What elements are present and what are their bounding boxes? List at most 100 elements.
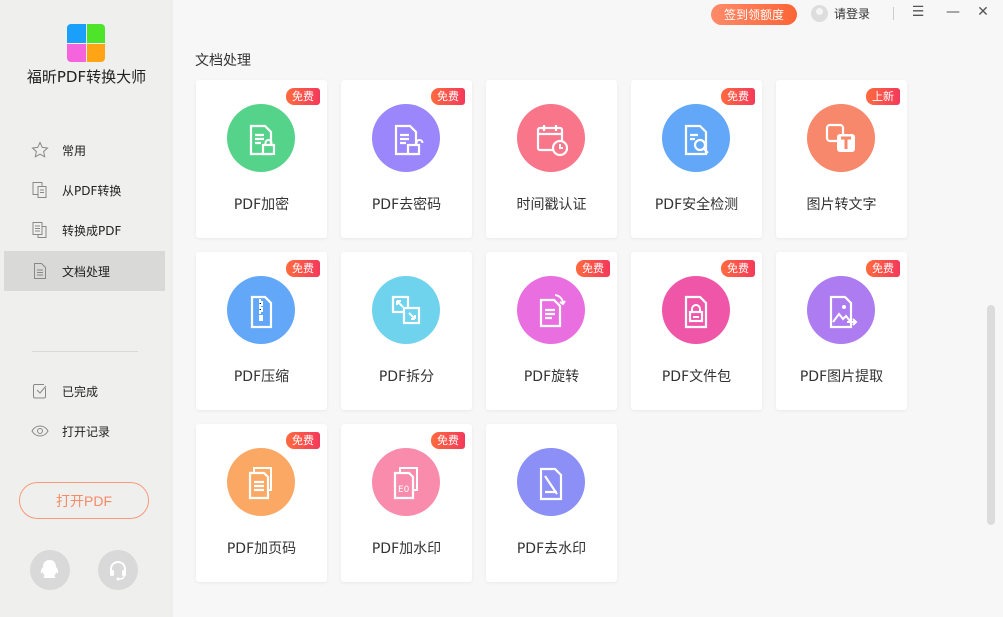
tool-badge: 免费 xyxy=(576,260,610,277)
tool-card[interactable]: PDF压缩 免费 xyxy=(196,252,327,410)
tool-card[interactable]: PDF加页码 免费 xyxy=(196,424,327,582)
tool-label: PDF安全检测 xyxy=(654,197,739,213)
unlock-doc-icon xyxy=(394,124,424,156)
tool-card[interactable]: PDF拆分 xyxy=(341,252,472,410)
tool-badge: 免费 xyxy=(866,260,900,277)
sidebar-item-label: 常用 xyxy=(62,143,87,158)
to-pdf-icon xyxy=(32,222,47,238)
tool-icon-circle xyxy=(227,448,295,516)
star-icon xyxy=(31,141,49,158)
rotate-icon xyxy=(539,294,566,328)
sidebar-item-from-pdf[interactable]: 从PDF转换 xyxy=(4,170,165,210)
eye-icon xyxy=(31,425,49,437)
tool-card[interactable]: PDF旋转 免费 xyxy=(486,252,617,410)
tool-label: PDF压缩 xyxy=(233,369,290,385)
tool-icon-circle xyxy=(807,276,875,344)
sidebar: 福昕PDF转换大师 常用 从PDF转换 转换成PDF 文档处理 已完成 打开记录… xyxy=(0,0,173,617)
tool-badge: 免费 xyxy=(286,432,320,449)
tool-label: PDF图片提取 xyxy=(799,369,884,385)
zip-icon xyxy=(250,295,273,329)
open-pdf-button[interactable]: 打开PDF xyxy=(19,482,149,519)
sidebar-item-completed[interactable]: 已完成 xyxy=(4,371,165,411)
avatar-icon xyxy=(811,5,828,22)
split-icon xyxy=(391,295,421,325)
app-name: 福昕PDF转换大师 xyxy=(26,68,147,86)
qq-icon xyxy=(40,560,59,578)
remove-watermark-icon xyxy=(539,467,563,501)
calendar-clock-icon xyxy=(536,125,569,157)
tool-icon-circle xyxy=(517,276,585,344)
topbar-separator xyxy=(893,7,894,20)
sidebar-item-label: 打开记录 xyxy=(62,424,111,439)
sidebar-item-open-history[interactable]: 打开记录 xyxy=(4,411,165,451)
tool-icon-circle: E0 xyxy=(372,448,440,516)
tool-label: PDF文件包 xyxy=(661,369,732,385)
sign-in-reward-button[interactable]: 签到领额度 xyxy=(711,4,797,25)
tool-card[interactable]: PDF去密码 免费 xyxy=(341,80,472,238)
close-icon[interactable]: ✕ xyxy=(974,4,992,20)
sidebar-item-label: 转换成PDF xyxy=(62,223,122,238)
tool-icon-circle xyxy=(227,276,295,344)
tool-card[interactable]: PDF去水印 xyxy=(486,424,617,582)
tool-card[interactable]: PDF加密 免费 xyxy=(196,80,327,238)
scrollbar-thumb[interactable] xyxy=(987,305,995,525)
tool-label: PDF去水印 xyxy=(516,541,587,557)
tool-card[interactable]: PDF安全检测 免费 xyxy=(631,80,762,238)
minimize-icon[interactable]: — xyxy=(944,4,962,20)
tool-label: PDF加密 xyxy=(233,197,290,213)
tool-badge: 免费 xyxy=(286,88,320,105)
tool-card[interactable]: 图片转文字 上新 xyxy=(776,80,907,238)
tool-badge: 免费 xyxy=(721,260,755,277)
tool-card[interactable]: E0 PDF加水印 免费 xyxy=(341,424,472,582)
watermark-icon: E0 xyxy=(393,467,418,500)
tool-icon-circle xyxy=(372,104,440,172)
tool-label: PDF加水印 xyxy=(371,541,442,557)
login-label: 请登录 xyxy=(834,7,871,21)
tool-badge: 免费 xyxy=(286,260,320,277)
headset-icon xyxy=(110,561,126,581)
tool-icon-circle xyxy=(662,276,730,344)
tool-label: 时间戳认证 xyxy=(516,197,587,213)
tool-card[interactable]: PDF文件包 免费 xyxy=(631,252,762,410)
section-title: 文档处理 xyxy=(195,53,251,69)
tool-badge: 免费 xyxy=(721,88,755,105)
tool-icon-circle xyxy=(517,104,585,172)
sidebar-item-to-pdf[interactable]: 转换成PDF xyxy=(4,210,165,250)
sidebar-item-document-processing[interactable]: 文档处理 xyxy=(4,251,165,291)
tool-badge: 上新 xyxy=(866,88,900,105)
document-icon xyxy=(34,263,46,279)
image-text-icon xyxy=(825,123,855,152)
tool-icon-circle xyxy=(517,448,585,516)
from-pdf-icon xyxy=(32,182,47,198)
tool-badge: 免费 xyxy=(431,88,465,105)
qq-button[interactable] xyxy=(30,550,70,590)
image-extract-icon xyxy=(829,295,858,329)
tool-card[interactable]: PDF图片提取 免费 xyxy=(776,252,907,410)
package-icon xyxy=(684,295,708,329)
tool-label: PDF加页码 xyxy=(226,541,297,557)
tool-label: PDF拆分 xyxy=(378,369,435,385)
sidebar-item-common[interactable]: 常用 xyxy=(4,130,165,170)
tool-label: PDF去密码 xyxy=(371,197,442,213)
scan-doc-icon xyxy=(684,124,709,156)
sidebar-divider xyxy=(32,351,138,352)
customer-service-button[interactable] xyxy=(98,550,138,590)
tool-icon-circle xyxy=(372,276,440,344)
tool-icon-circle xyxy=(662,104,730,172)
sidebar-item-label: 已完成 xyxy=(62,384,99,399)
sidebar-item-label: 文档处理 xyxy=(62,264,111,279)
menu-icon[interactable]: ☰ xyxy=(909,4,927,20)
tool-card[interactable]: 时间戳认证 xyxy=(486,80,617,238)
login-button[interactable]: 请登录 xyxy=(811,5,870,22)
page-number-icon xyxy=(248,467,272,500)
tool-badge: 免费 xyxy=(431,432,465,449)
app-logo xyxy=(67,24,105,62)
tool-label: PDF旋转 xyxy=(523,369,580,385)
tool-icon-circle xyxy=(807,104,875,172)
lock-doc-icon xyxy=(249,124,276,156)
tool-icon-circle xyxy=(227,104,295,172)
check-box-icon xyxy=(33,384,47,399)
svg-text:E0: E0 xyxy=(398,485,410,495)
tool-label: 图片转文字 xyxy=(806,197,877,213)
sidebar-item-label: 从PDF转换 xyxy=(62,183,122,198)
